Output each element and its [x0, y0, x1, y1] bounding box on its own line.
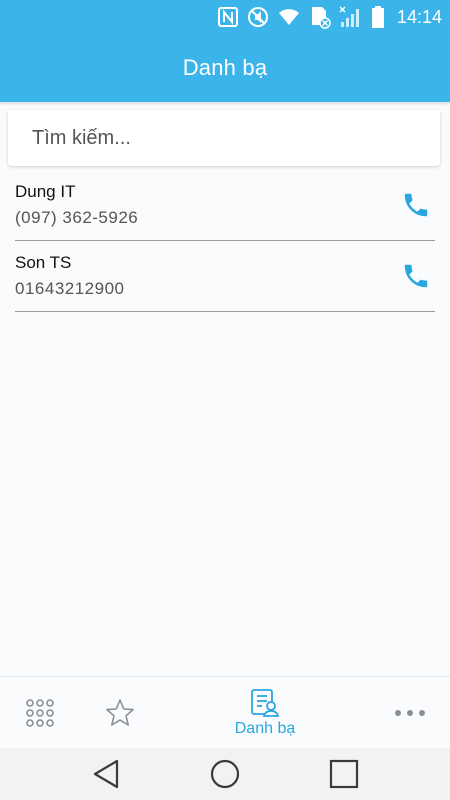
back-button[interactable]	[88, 756, 124, 792]
tab-contacts[interactable]: Danh bạ	[215, 677, 315, 749]
call-button[interactable]	[399, 188, 433, 222]
tab-contacts-label: Danh bạ	[234, 720, 296, 737]
battery-icon	[371, 5, 385, 29]
page-title: Danh bạ	[182, 55, 268, 80]
call-button[interactable]	[399, 259, 433, 293]
status-icons: 14:14	[217, 0, 442, 34]
recents-icon	[329, 759, 359, 789]
phone-icon	[404, 264, 428, 288]
mute-icon	[247, 6, 269, 28]
contact-row[interactable]: Dung IT (097) 362-5926	[15, 170, 435, 241]
app-header: Danh bạ	[0, 34, 450, 102]
contact-row[interactable]: Son TS 01643212900	[15, 241, 435, 312]
bottom-tab-bar: Danh bạ	[0, 676, 450, 749]
search-bar[interactable]	[8, 110, 440, 166]
sim-error-icon	[309, 5, 331, 29]
more-icon	[395, 710, 425, 716]
signal-icon	[339, 6, 363, 28]
status-clock: 14:14	[396, 6, 442, 27]
contact-list: Dung IT (097) 362-5926 Son TS 0164321290…	[15, 170, 435, 312]
phone-icon	[404, 193, 428, 217]
tab-more[interactable]	[388, 677, 432, 749]
back-icon	[93, 759, 119, 789]
tab-dialpad[interactable]	[18, 677, 62, 749]
contact-name: Son TS	[15, 253, 72, 272]
contact-phone: (097) 362-5926	[15, 208, 139, 227]
home-icon	[210, 759, 240, 789]
contacts-icon	[251, 689, 280, 717]
tab-favorites[interactable]	[98, 677, 142, 749]
nfc-icon	[217, 6, 239, 28]
wifi-icon	[277, 7, 301, 27]
contact-phone: 01643212900	[15, 279, 125, 298]
home-button[interactable]	[207, 756, 243, 792]
star-icon	[106, 699, 134, 726]
system-nav-bar	[0, 748, 450, 800]
search-input[interactable]	[8, 125, 414, 151]
status-bar: 14:14	[0, 0, 450, 34]
recents-button[interactable]	[326, 756, 362, 792]
contact-name: Dung IT	[15, 182, 76, 201]
dialpad-icon	[26, 699, 54, 727]
